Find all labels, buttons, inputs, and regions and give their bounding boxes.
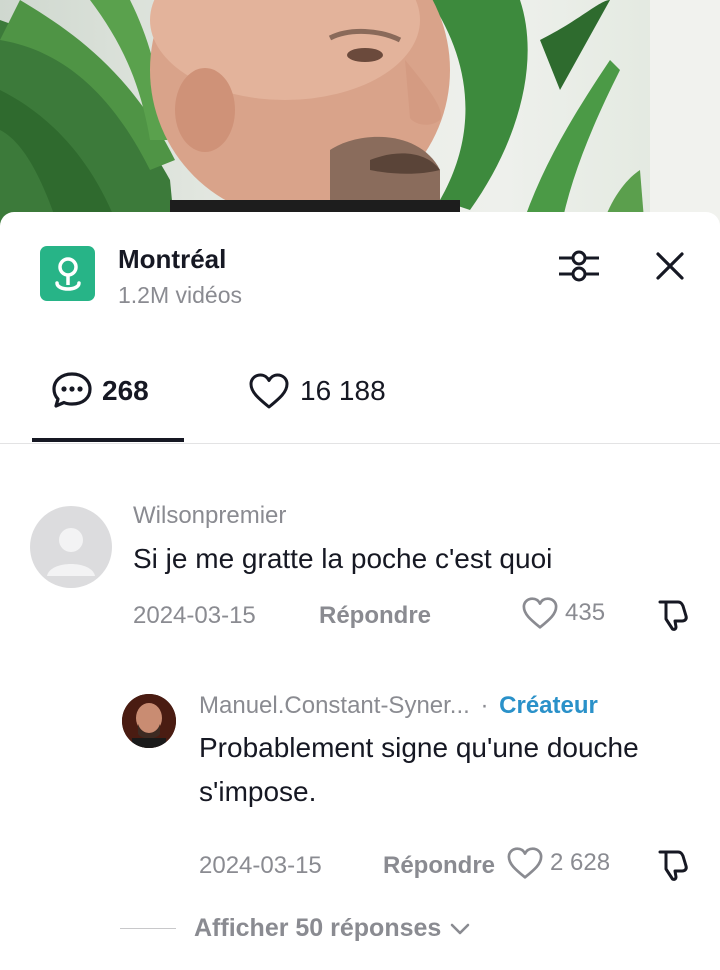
reply-username-line[interactable]: Manuel.Constant-Syner... · Créateur [199,692,598,720]
likes-count: 16 188 [300,375,386,406]
place-name[interactable]: Montréal [118,244,226,275]
location-pin-icon[interactable] [40,246,95,301]
reply-dislike-button[interactable] [652,844,692,884]
close-button[interactable] [646,242,694,290]
separator-dot: · [480,692,489,719]
comment-date: 2024-03-15 [133,602,256,629]
chevron-down-icon [451,923,470,934]
like-count: 435 [565,599,606,626]
place-header: Montréal 1.2M vidéos [40,242,684,312]
creator-photo-icon [122,694,176,748]
reply-username[interactable]: Manuel.Constant-Syner... [199,692,470,719]
thumbs-down-icon [658,850,688,881]
heart-icon [522,597,558,629]
place-video-count: 1.2M vidéos [118,282,243,308]
heart-icon [249,373,289,409]
tab-comments[interactable]: 268 [50,366,149,416]
default-avatar-icon [47,528,95,576]
video-preview [0,0,720,232]
like-button[interactable]: 435 [521,596,605,630]
heart-icon [507,847,543,879]
active-tab-indicator [32,438,184,442]
close-icon [656,252,684,280]
reply-button[interactable]: Répondre [319,602,431,630]
comments-sheet: Montréal 1.2M vidéos 268 16 188 Wilsonpr… [0,212,720,970]
dislike-button[interactable] [652,594,692,634]
reply-item: Manuel.Constant-Syner... · Créateur Prob… [0,682,720,892]
reply-like-button[interactable]: 2 628 [506,846,610,880]
comments-likes-tabs: 268 16 188 [0,352,720,444]
comment-bubble-icon [52,372,92,408]
avatar-placeholder[interactable] [30,506,112,588]
reply-date: 2024-03-15 [199,852,322,879]
creator-badge: Créateur [499,692,598,719]
comment-item: Wilsonpremier Si je me gratte la poche c… [0,492,720,642]
show-more-replies-label: Afficher 50 réponses [194,914,442,942]
creator-avatar[interactable] [122,694,176,748]
divider-line [120,927,176,930]
filter-settings-button[interactable] [555,242,603,290]
sliders-icon [559,250,599,282]
reply-text: Probablement signe qu'une douche s'impos… [199,732,639,807]
comment-username[interactable]: Wilsonpremier [133,502,286,530]
comments-count: 268 [102,375,149,406]
thumbs-down-icon [658,600,688,631]
reply-like-count: 2 628 [550,849,611,876]
reply-reply-button[interactable]: Répondre [383,852,495,880]
comment-text: Si je me gratte la poche c'est quoi [133,543,553,574]
tab-likes[interactable]: 16 188 [248,366,386,416]
show-more-replies-button[interactable]: Afficher 50 réponses [120,914,471,943]
